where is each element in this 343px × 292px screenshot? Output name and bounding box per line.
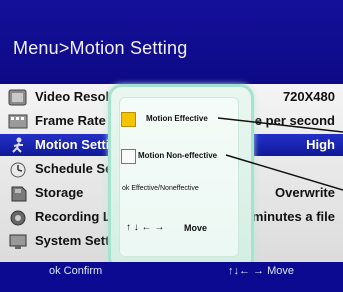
footer-move-hint: ↑↓← → Move [228, 265, 295, 277]
pointer-lines [217, 117, 343, 191]
footer-confirm-hint: ok Confirm [49, 265, 103, 277]
